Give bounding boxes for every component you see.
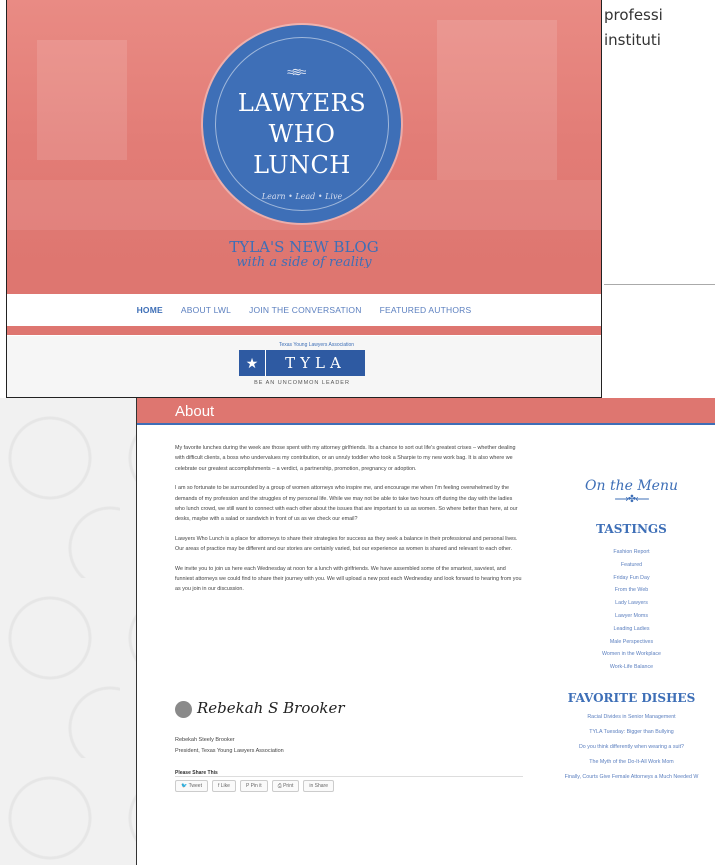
background-pattern	[0, 398, 140, 865]
logo-line: LAWYERS	[237, 89, 367, 117]
paragraph: I am so fortunate to be surrounded by a …	[175, 485, 518, 523]
blog-subtitle: with a side of reality	[236, 255, 372, 268]
paragraph: My favorite lunches during the week are …	[175, 445, 516, 472]
category-link[interactable]: From the Web	[547, 584, 715, 597]
divider	[604, 284, 715, 285]
category-link[interactable]: Work-Life Balance	[547, 661, 715, 674]
crest-icon: ≈≋≈	[287, 65, 306, 79]
logo-line: WHO	[268, 120, 336, 148]
like-label: Like	[220, 783, 230, 789]
nav-about[interactable]: ABOUT LWL	[181, 305, 231, 315]
logo-circle[interactable]: ≈≋≈ LAWYERS WHO LUNCH Learn • Lead • Liv…	[203, 25, 401, 223]
post-link[interactable]: Racial Divides in Senior Management	[547, 713, 715, 722]
logo-line: LUNCH	[253, 151, 351, 179]
paragraph: We invite you to join us here each Wedne…	[175, 565, 522, 593]
tastings-heading: TASTINGS	[596, 522, 667, 536]
author-title: President, Texas Young Lawyers Associati…	[175, 747, 284, 754]
pin-label: Pin it	[250, 783, 262, 789]
tyla-word: TYLA	[285, 354, 346, 372]
signature: Rebekah S Brooker	[197, 699, 345, 717]
post-link[interactable]: The Myth of the Do-It-All Work Mom	[547, 758, 715, 767]
tastings-list: Fashion Report Featured Friday Fun Day F…	[547, 546, 715, 674]
tyla-small-text: Texas Young Lawyers Association	[279, 342, 355, 348]
nav-home[interactable]: HOME	[137, 305, 163, 315]
about-header-bar: About	[137, 398, 715, 425]
share-button[interactable]: in Share	[303, 780, 334, 792]
author-byline: Rebekah Steely Brooker President, Texas …	[175, 735, 284, 756]
favorite-dishes-heading: FAVORITE DISHES	[567, 690, 696, 705]
share-buttons: 🐦 Tweet f Like P Pin it ⎙ Print in Share	[175, 780, 334, 792]
logo-tagline: Learn • Lead • Live	[261, 192, 343, 201]
paragraph: Lawyers Who Lunch is a place for attorne…	[175, 535, 518, 553]
about-content: My favorite lunches during the week are …	[175, 443, 523, 604]
ornament-icon: ⟶✤⟵	[614, 494, 649, 505]
side-text-line: professi	[604, 6, 663, 24]
category-link[interactable]: Male Perspectives	[547, 636, 715, 649]
print-button[interactable]: ⎙ Print	[271, 780, 300, 792]
author-name: Rebekah Steely Brooker	[175, 737, 235, 743]
signature-block: Rebekah S Brooker	[175, 699, 375, 723]
post-link[interactable]: Do you think differently when wearing a …	[547, 743, 715, 752]
favorite-dishes-list: Racial Divides in Senior Management TYLA…	[547, 713, 715, 782]
post-link[interactable]: Finally, Courts Give Female Attorneys a …	[547, 773, 715, 782]
star-icon: ★	[239, 350, 266, 376]
main-nav: HOME ABOUT LWL JOIN THE CONVERSATION FEA…	[7, 268, 601, 335]
category-link[interactable]: Fashion Report	[547, 546, 715, 559]
sidebar: On the Menu ⟶✤⟵ TASTINGS Fashion Report …	[547, 478, 715, 788]
post-link[interactable]: TYLA Tuesday: Bigger than Bullying	[547, 728, 715, 737]
category-link[interactable]: Lawyer Moms	[547, 610, 715, 623]
side-text-fragment: professi instituti	[604, 0, 715, 53]
category-link[interactable]: Featured	[547, 559, 715, 572]
tyla-logo[interactable]: Texas Young Lawyers Association ★ TYLA	[239, 342, 365, 376]
nav-featured-authors[interactable]: FEATURED AUTHORS	[380, 305, 472, 315]
tweet-button[interactable]: 🐦 Tweet	[175, 780, 208, 792]
like-button[interactable]: f Like	[211, 780, 236, 792]
tweet-label: Tweet	[188, 783, 202, 789]
print-label: Print	[283, 783, 294, 789]
divider	[175, 776, 523, 777]
category-link[interactable]: Lady Lawyers	[547, 597, 715, 610]
page-title: About	[175, 403, 215, 420]
pin-button[interactable]: P Pin it	[239, 780, 268, 792]
hero-banner: ≈≋≈ LAWYERS WHO LUNCH Learn • Lead • Liv…	[7, 0, 601, 268]
nav-join[interactable]: JOIN THE CONVERSATION	[249, 305, 362, 315]
about-page-screenshot: About My favorite lunches during the wee…	[136, 398, 715, 865]
category-link[interactable]: Women in the Workplace	[547, 648, 715, 661]
category-link[interactable]: Leading Ladies	[547, 623, 715, 636]
menu-heading: On the Menu	[585, 478, 678, 494]
share-label: Share	[314, 783, 328, 789]
blog-title: TYLA'S NEW BLOG	[229, 238, 379, 256]
side-text-line: instituti	[604, 31, 661, 49]
avatar	[175, 701, 192, 718]
tyla-tagline: BE AN UNCOMMON LEADER	[254, 380, 350, 386]
blog-header-screenshot: ≈≋≈ LAWYERS WHO LUNCH Learn • Lead • Liv…	[6, 0, 602, 398]
footer-logo-area: Texas Young Lawyers Association ★ TYLA B…	[7, 336, 601, 397]
category-link[interactable]: Friday Fun Day	[547, 572, 715, 585]
